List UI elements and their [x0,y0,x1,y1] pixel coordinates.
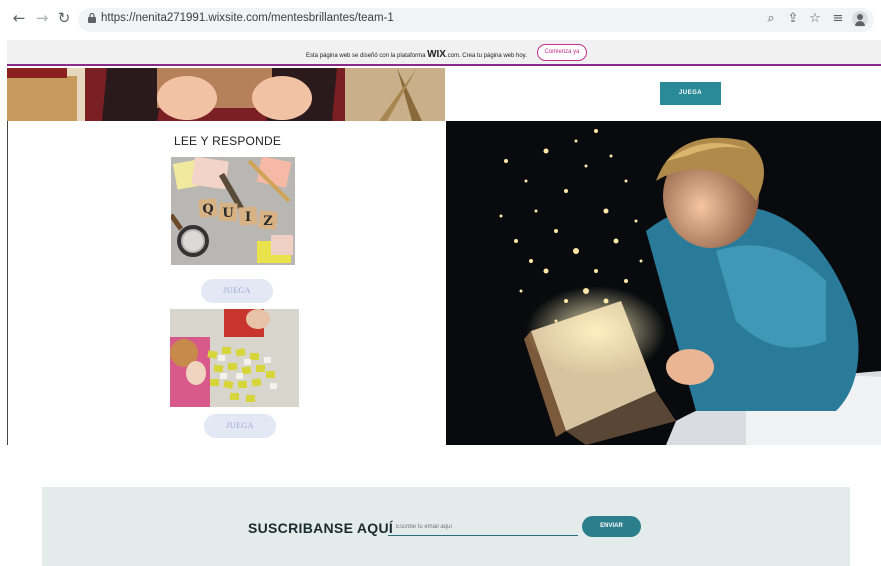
star-icon[interactable]: ☆ [808,12,822,26]
enviar-button[interactable]: ENVIAR [582,516,641,537]
arrow-right-icon[interactable]: → [34,10,50,26]
quiz-tile-u: U [222,206,234,221]
boy-reading-image [446,121,881,445]
memory-game-image[interactable] [170,309,299,407]
zoom-icon[interactable]: ⌕ [764,12,778,26]
memory-juega-button[interactable]: JUEGA [204,414,276,438]
url-text[interactable]: https://nenita271991.wixsite.com/mentesb… [101,12,394,24]
lock-icon [88,13,96,23]
juega-button-top[interactable]: JUEGA [660,82,721,105]
comienza-ya-button[interactable]: Comienza ya [537,44,587,61]
wix-banner-text: Esta página web se diseñó con la platafo… [306,49,527,60]
reload-icon[interactable]: ↻ [56,10,72,26]
hero-image-left [7,68,445,121]
section-title-lee-y-responde: LEE Y RESPONDE [173,134,282,148]
wix-banner: Esta página web se diseñó con la platafo… [7,40,881,66]
browser-toolbar: ← → ↻ https://nenita271991.wixsite.com/m… [0,0,881,38]
share-icon[interactable]: ⇪ [786,12,800,26]
email-field[interactable] [388,518,578,536]
reading-list-icon[interactable]: ≡ [831,12,845,26]
profile-avatar[interactable] [852,11,868,27]
quiz-image[interactable]: Q U I Z [171,157,295,265]
quiz-tile-i: I [245,210,251,225]
subscribe-title: SUSCRIBANSE AQUÍ [248,520,394,536]
arrow-left-icon[interactable]: ← [11,10,27,26]
quiz-tile-z: Z [263,214,273,229]
quiz-juega-button[interactable]: JUEGA [201,279,273,303]
quiz-tile-q: Q [202,202,213,217]
wix-logo: WIX [427,49,446,60]
